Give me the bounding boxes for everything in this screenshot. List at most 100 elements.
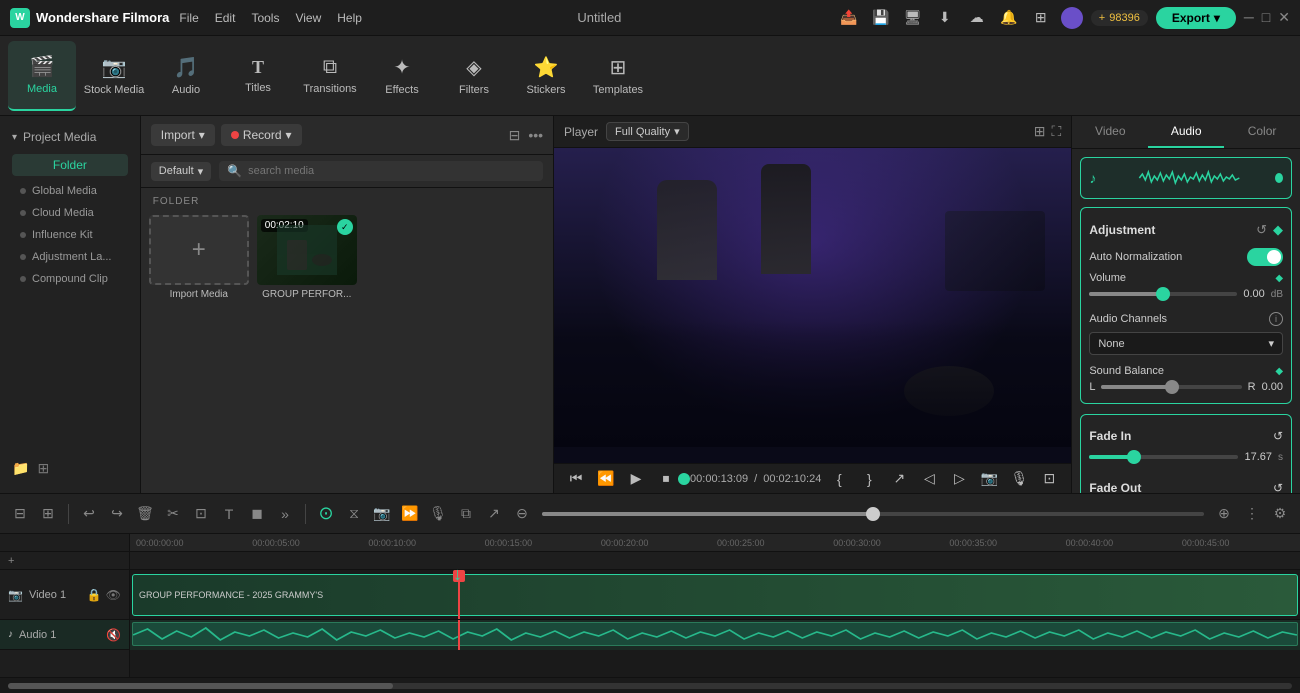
coins-display[interactable]: + 98396 bbox=[1091, 10, 1148, 26]
timeline-zoom-slider[interactable] bbox=[542, 512, 1204, 516]
cut-icon[interactable]: ✂ bbox=[161, 505, 185, 522]
menu-help[interactable]: Help bbox=[337, 11, 362, 25]
filter-icon[interactable]: ⊟ bbox=[509, 127, 521, 144]
voice-icon[interactable]: 🎙 bbox=[1007, 470, 1031, 487]
search-box[interactable]: 🔍 bbox=[219, 161, 543, 181]
sidebar-item-cloud-media[interactable]: Cloud Media bbox=[0, 202, 140, 224]
toolbar-effects[interactable]: ✦ Effects bbox=[368, 41, 436, 111]
settings-icon[interactable]: ⚙ bbox=[1268, 505, 1292, 522]
cloud-icon[interactable]: ☁ bbox=[965, 9, 989, 26]
video-clip[interactable]: GROUP PERFORMANCE - 2025 GRAMMY'S bbox=[132, 574, 1298, 616]
user-avatar[interactable] bbox=[1061, 7, 1083, 29]
video-track-row[interactable]: GROUP PERFORMANCE - 2025 GRAMMY'S ↓ bbox=[130, 570, 1300, 620]
audio-track-row[interactable] bbox=[130, 620, 1300, 650]
reset-fade-out-icon[interactable]: ↺ bbox=[1273, 481, 1283, 493]
fade-in-thumb[interactable] bbox=[1127, 450, 1141, 464]
expand-icon[interactable]: ◆ bbox=[1273, 222, 1283, 238]
toolbar-titles[interactable]: T Titles bbox=[224, 41, 292, 111]
delete-icon[interactable]: 🗑 bbox=[133, 505, 157, 522]
more-icon[interactable]: ••• bbox=[528, 127, 543, 144]
stop-button[interactable]: ⏹ bbox=[654, 470, 678, 487]
crop-icon[interactable]: ⊡ bbox=[189, 505, 213, 522]
record-button[interactable]: Record ▾ bbox=[221, 124, 302, 146]
toolbar-filters[interactable]: ◈ Filters bbox=[440, 41, 508, 111]
progress-thumb[interactable] bbox=[678, 473, 690, 485]
volume-slider[interactable] bbox=[1089, 292, 1237, 296]
grid-view-icon[interactable]: ⊞ bbox=[1034, 123, 1046, 140]
import-button[interactable]: Import ▾ bbox=[151, 124, 215, 146]
sidebar-item-influence-kit[interactable]: Influence Kit bbox=[0, 224, 140, 246]
export-frame-icon[interactable]: ↗ bbox=[482, 505, 506, 522]
reset-adjustment-icon[interactable]: ↺ bbox=[1256, 222, 1267, 238]
redo-icon[interactable]: ↪ bbox=[105, 505, 129, 522]
toolbar-stock[interactable]: 📷 Stock Media bbox=[80, 41, 148, 111]
color-icon[interactable]: ◼ bbox=[245, 505, 269, 522]
sound-balance-slider[interactable] bbox=[1101, 385, 1241, 389]
pip-icon[interactable]: ⊡ bbox=[1037, 470, 1061, 487]
group-icon[interactable]: ⊟ bbox=[8, 505, 32, 522]
zoom-out-tl[interactable]: ⊖ bbox=[510, 505, 534, 522]
undo-icon[interactable]: ↩ bbox=[77, 505, 101, 522]
menu-edit[interactable]: Edit bbox=[215, 11, 236, 25]
search-input[interactable] bbox=[248, 165, 535, 177]
balance-thumb[interactable] bbox=[1165, 380, 1179, 394]
grid-icon[interactable]: ⊞ bbox=[1029, 9, 1053, 26]
reset-fade-in-icon[interactable]: ↺ bbox=[1273, 429, 1283, 443]
sidebar-item-compound-clip[interactable]: Compound Clip bbox=[0, 268, 140, 290]
mark-out-icon[interactable]: } bbox=[857, 471, 881, 487]
auto-norm-toggle[interactable] bbox=[1247, 248, 1283, 266]
quality-select[interactable]: Full Quality ▾ bbox=[606, 122, 689, 141]
tab-audio[interactable]: Audio bbox=[1148, 116, 1224, 148]
step-back-icon[interactable]: ⏪ bbox=[594, 470, 618, 487]
export-button[interactable]: Export ▾ bbox=[1156, 7, 1236, 29]
fade-in-slider[interactable] bbox=[1089, 455, 1238, 459]
sidebar-item-adjustment[interactable]: Adjustment La... bbox=[0, 246, 140, 268]
play-button[interactable]: ▶ bbox=[624, 470, 648, 487]
audio-lock-icon[interactable]: 🔇 bbox=[106, 628, 121, 642]
toolbar-audio[interactable]: 🎵 Audio bbox=[152, 41, 220, 111]
toolbar-media[interactable]: 🎬 Media bbox=[8, 41, 76, 111]
fullscreen-icon[interactable]: ⛶ bbox=[1052, 123, 1062, 140]
extract-icon[interactable]: ↗ bbox=[887, 470, 911, 487]
minimize-button[interactable]: ─ bbox=[1244, 9, 1254, 26]
more-tools-icon[interactable]: » bbox=[273, 506, 297, 522]
import-media-item[interactable]: + Import Media bbox=[149, 215, 249, 300]
snap-icon[interactable]: ⊞ bbox=[36, 505, 60, 522]
monitor-icon[interactable]: 🖥 bbox=[901, 9, 925, 26]
audio-channels-dropdown[interactable]: None ▾ bbox=[1089, 332, 1283, 355]
visibility-icon[interactable]: 👁 bbox=[106, 588, 121, 602]
share-icon[interactable]: 📤 bbox=[837, 9, 861, 26]
skip-back-icon[interactable]: ⏮ bbox=[564, 470, 588, 487]
info-icon[interactable]: i bbox=[1269, 312, 1283, 326]
video-thumb[interactable]: 00:02:10 ✓ bbox=[257, 215, 357, 285]
tab-color[interactable]: Color bbox=[1224, 116, 1300, 148]
scrollbar-thumb[interactable] bbox=[8, 683, 393, 689]
zoom-thumb[interactable] bbox=[866, 507, 880, 521]
menu-view[interactable]: View bbox=[295, 11, 321, 25]
speed-icon[interactable]: ⏩ bbox=[398, 505, 422, 522]
next-frame-icon[interactable]: ▷ bbox=[947, 470, 971, 487]
transition-icon[interactable]: ⧉ bbox=[454, 505, 478, 522]
maximize-button[interactable]: □ bbox=[1262, 9, 1270, 26]
volume-thumb[interactable] bbox=[1156, 287, 1170, 301]
menu-tools[interactable]: Tools bbox=[251, 11, 279, 25]
more-options-icon[interactable]: ⋮ bbox=[1240, 505, 1264, 522]
project-media-header[interactable]: ▾ Project Media bbox=[0, 124, 140, 150]
prev-frame-icon[interactable]: ◁ bbox=[917, 470, 941, 487]
audio-clip[interactable] bbox=[132, 622, 1298, 646]
snapshot-icon[interactable]: 📷 bbox=[977, 470, 1001, 487]
download-icon[interactable]: ⬇ bbox=[933, 9, 957, 26]
add-video-track-row[interactable]: + bbox=[0, 552, 129, 570]
new-folder-icon[interactable]: 📁 bbox=[12, 460, 29, 477]
close-button[interactable]: ✕ bbox=[1278, 9, 1290, 26]
default-sort-button[interactable]: Default ▾ bbox=[151, 162, 211, 181]
bell-icon[interactable]: 🔔 bbox=[997, 9, 1021, 26]
import-thumb[interactable]: + bbox=[149, 215, 249, 285]
toolbar-templates[interactable]: ⊞ Templates bbox=[584, 41, 652, 111]
record-circle-icon[interactable]: ⊙ bbox=[314, 503, 338, 524]
toolbar-transitions[interactable]: ⧉ Transitions bbox=[296, 41, 364, 111]
split-icon[interactable]: ⧖ bbox=[342, 505, 366, 522]
menu-file[interactable]: File bbox=[179, 11, 198, 25]
smart-folder-icon[interactable]: ⊞ bbox=[37, 460, 49, 477]
mark-in-icon[interactable]: { bbox=[827, 471, 851, 487]
